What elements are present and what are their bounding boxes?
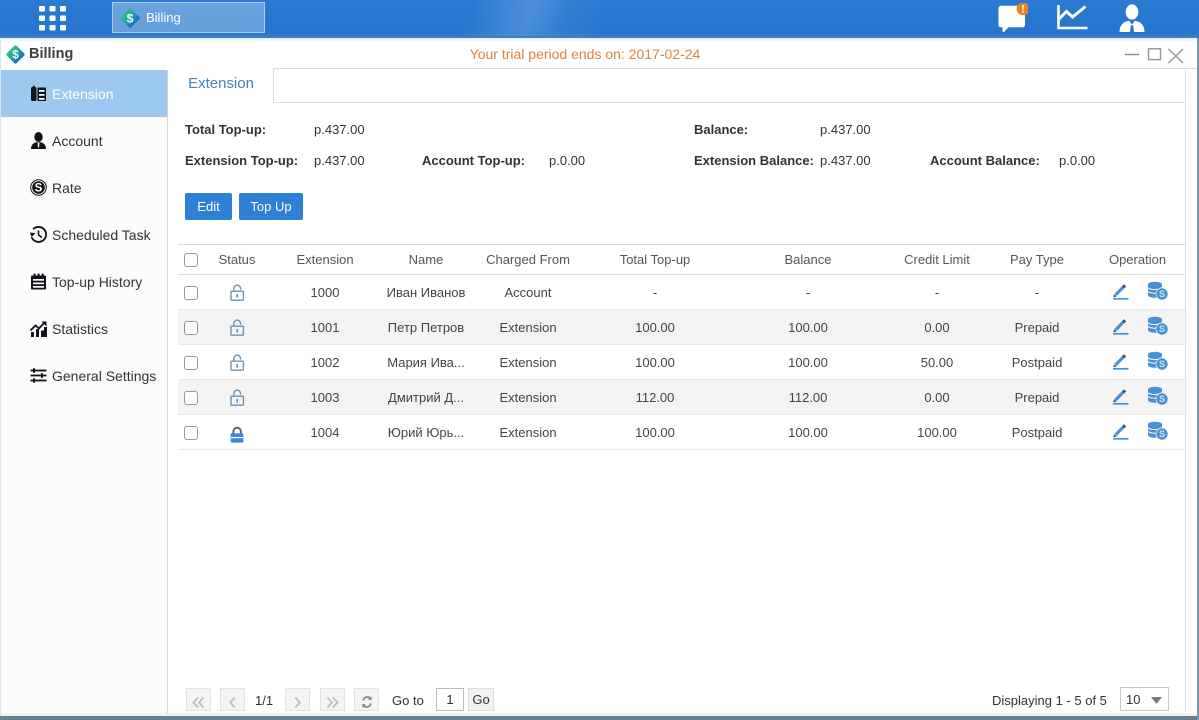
svg-text:$: $ bbox=[127, 11, 134, 25]
svg-text:S: S bbox=[1158, 394, 1164, 404]
svg-text:S: S bbox=[1158, 324, 1164, 334]
svg-text:S: S bbox=[35, 183, 43, 195]
svg-text:S: S bbox=[1158, 429, 1164, 439]
svg-text:S: S bbox=[1158, 289, 1164, 299]
svg-text:S: S bbox=[1158, 359, 1164, 369]
svg-text:!: ! bbox=[1021, 4, 1025, 16]
